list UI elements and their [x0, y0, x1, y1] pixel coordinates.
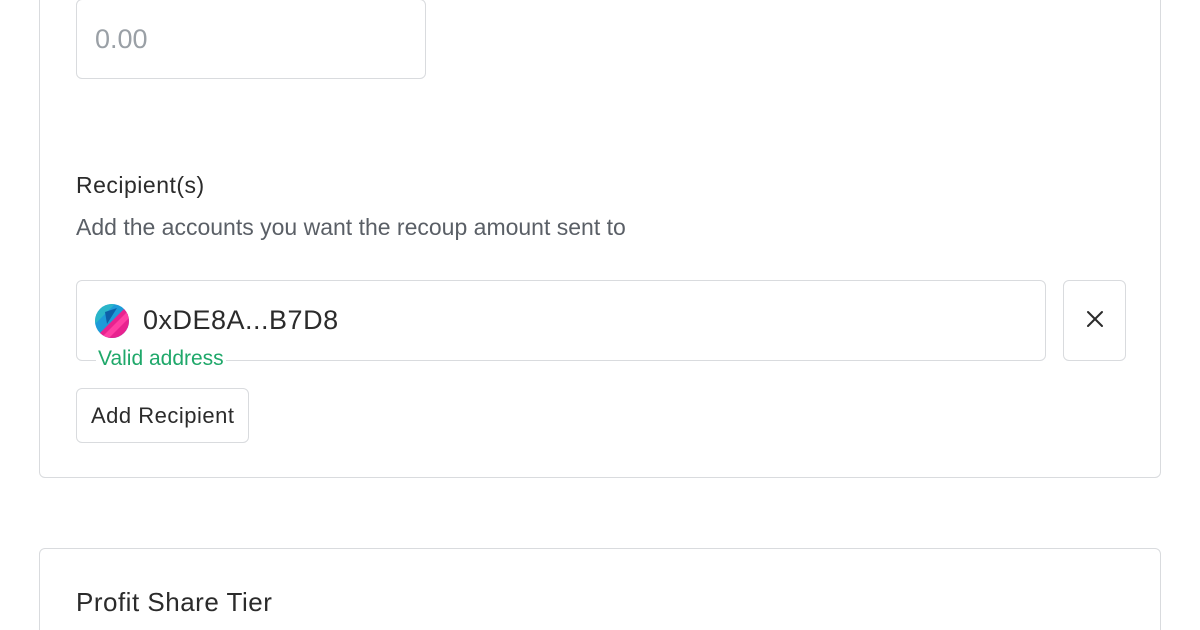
close-icon [1086, 310, 1104, 331]
profit-share-title: Profit Share Tier [76, 587, 273, 617]
remove-recipient-button[interactable] [1063, 280, 1126, 361]
recipients-help-text: Add the accounts you want the recoup amo… [76, 214, 626, 240]
page: Recipient(s) Add the accounts you want t… [0, 0, 1200, 630]
address-validation-status: Valid address [96, 347, 226, 371]
recoup-amount-input[interactable] [76, 0, 426, 79]
recipient-address: 0xDE8A...B7D8 [143, 305, 339, 335]
wallet-avatar-icon [95, 303, 129, 338]
recipients-label: Recipient(s) [76, 172, 205, 198]
profit-share-card: Profit Share Tier [39, 548, 1161, 630]
add-recipient-button[interactable]: Add Recipient [76, 388, 250, 443]
recoup-card: Recipient(s) Add the accounts you want t… [39, 0, 1161, 478]
